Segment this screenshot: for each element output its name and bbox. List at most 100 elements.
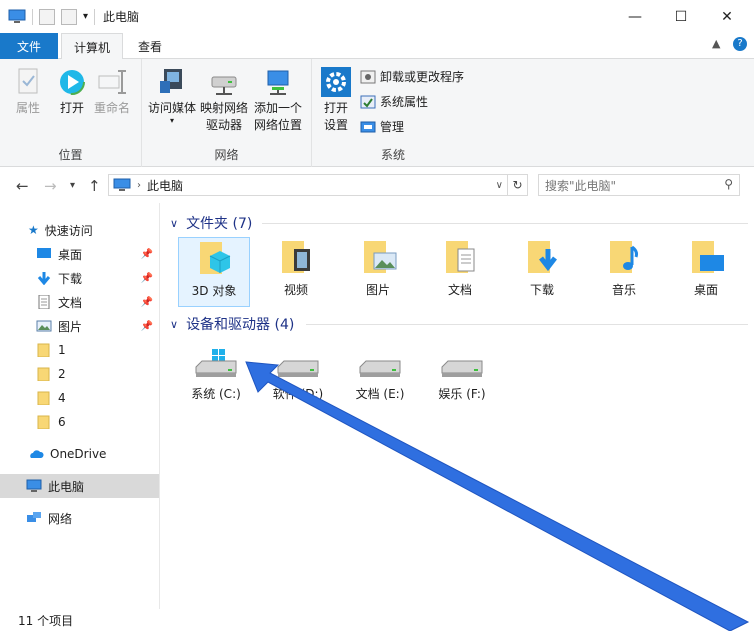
network-drive-icon xyxy=(211,76,237,95)
properties-button[interactable]: 属性 xyxy=(12,67,44,117)
access-media-button[interactable]: 访问媒体 ▾ xyxy=(148,67,196,125)
properties-icon xyxy=(18,68,38,94)
folder-documents[interactable]: 文档 xyxy=(424,237,496,307)
cloud-icon xyxy=(30,450,44,458)
sidebar-item-label: 1 xyxy=(58,343,66,357)
address-bar[interactable]: › 此电脑 ∨ xyxy=(108,174,508,196)
help-icon[interactable]: ? xyxy=(733,37,747,51)
manage-button[interactable]: 管理 xyxy=(360,118,404,135)
map-drive-label-2: 驱动器 xyxy=(206,118,243,132)
folders-section-header[interactable]: ∨ 文件夹 (7) xyxy=(170,213,252,233)
drive-f[interactable]: 娱乐 (F:) xyxy=(420,349,504,402)
add-network-location-button[interactable]: 添加一个 网络位置 xyxy=(254,67,302,134)
videos-folder-icon xyxy=(282,241,310,273)
back-arrow-icon[interactable]: ← xyxy=(16,177,29,195)
drive-e[interactable]: 文档 (E:) xyxy=(338,349,422,402)
sidebar-item-documents[interactable]: 文档 📌 xyxy=(0,290,159,314)
folders-header-label: 文件夹 (7) xyxy=(186,216,253,232)
drives-section-header[interactable]: ∨ 设备和驱动器 (4) xyxy=(170,314,294,334)
folder-downloads[interactable]: 下载 xyxy=(506,237,578,307)
collapse-ribbon-icon[interactable]: ▲ xyxy=(712,37,720,50)
tab-file[interactable]: 文件 xyxy=(0,33,58,59)
drive-label: 系统 (C:) xyxy=(191,387,241,401)
search-placeholder: 搜索"此电脑" xyxy=(545,178,617,193)
search-input[interactable]: 搜索"此电脑" ⚲ xyxy=(538,174,740,196)
sidebar-item-pictures[interactable]: 图片 📌 xyxy=(0,314,159,338)
maximize-button[interactable]: ☐ xyxy=(658,0,704,33)
folder-icon xyxy=(37,367,50,381)
file-view: ∨ 文件夹 (7) 3D 对象 视频 图片 文档 下载 音乐 桌面 ∨ 设备和驱… xyxy=(162,203,754,609)
folder-label: 音乐 xyxy=(611,283,636,297)
access-media-label: 访问媒体 xyxy=(148,101,197,115)
forward-arrow-icon[interactable]: → xyxy=(44,177,57,195)
group-location: 属性 打开 重命名 位置 xyxy=(0,59,142,167)
computer-icon xyxy=(113,178,131,191)
customize-qat-icon[interactable]: ▾ xyxy=(83,11,88,22)
tab-computer[interactable]: 计算机 xyxy=(61,33,123,60)
status-bar: 11 个项目 xyxy=(0,609,754,631)
pin-icon: 📌 xyxy=(140,296,153,308)
title-bar: ▾ 此电脑 — ☐ ✕ xyxy=(0,0,754,33)
star-icon: ★ xyxy=(28,223,39,237)
sidebar-item-folder-2[interactable]: 2 xyxy=(0,362,159,386)
drive-icon xyxy=(441,360,483,377)
properties-quick-icon[interactable] xyxy=(39,8,55,25)
gear-icon xyxy=(321,67,351,97)
up-arrow-icon[interactable]: ↑ xyxy=(88,177,101,195)
sidebar-item-desktop[interactable]: 桌面 📌 xyxy=(0,242,159,266)
sidebar-item-folder-6[interactable]: 6 xyxy=(0,410,159,434)
drive-d[interactable]: 软件 (D:) xyxy=(256,349,340,402)
divider xyxy=(32,8,33,25)
refresh-button[interactable]: ↻ xyxy=(508,174,528,196)
folder-pictures[interactable]: 图片 xyxy=(342,237,414,307)
item-count: 11 个项目 xyxy=(18,613,74,628)
sidebar-item-onedrive[interactable]: OneDrive xyxy=(0,442,159,466)
folder-videos[interactable]: 视频 xyxy=(260,237,332,307)
divider xyxy=(94,8,96,25)
sidebar-item-network[interactable]: 网络 xyxy=(0,506,159,530)
group-network-label: 网络 xyxy=(214,148,239,162)
minimize-button[interactable]: — xyxy=(612,0,658,33)
divider xyxy=(306,324,748,325)
open-button[interactable]: 打开 xyxy=(56,67,88,117)
folder-3d-objects[interactable]: 3D 对象 xyxy=(178,237,250,307)
pin-icon: 📌 xyxy=(140,272,153,284)
desktop-folder-icon xyxy=(692,241,724,273)
drive-c[interactable]: 系统 (C:) xyxy=(174,349,258,402)
chevron-down-icon[interactable]: ∨ xyxy=(170,318,178,331)
folder-label: 3D 对象 xyxy=(191,284,237,298)
sidebar-item-this-pc[interactable]: 此电脑 xyxy=(0,474,159,498)
pictures-folder-icon xyxy=(364,241,397,273)
sidebar-item-folder-4[interactable]: 4 xyxy=(0,386,159,410)
sidebar-item-quick-access[interactable]: ★ 快速访问 xyxy=(0,218,159,242)
breadcrumb-chevron-icon[interactable]: › xyxy=(137,180,141,191)
sidebar-item-folder-1[interactable]: 1 xyxy=(0,338,159,362)
close-button[interactable]: ✕ xyxy=(704,0,750,33)
uninstall-programs-button[interactable]: 卸载或更改程序 xyxy=(360,68,464,85)
system-drive-icon xyxy=(195,349,237,377)
media-icon xyxy=(160,69,182,93)
address-dropdown-icon[interactable]: ∨ xyxy=(496,180,503,191)
open-settings-button[interactable]: 打开 设置 xyxy=(320,67,352,134)
breadcrumb[interactable]: 此电脑 xyxy=(147,177,183,194)
tab-view[interactable]: 查看 xyxy=(128,33,172,59)
new-folder-quick-icon[interactable] xyxy=(61,8,77,25)
folder-desktop[interactable]: 桌面 xyxy=(670,237,742,307)
folder-label: 下载 xyxy=(529,283,554,297)
folder-icon xyxy=(37,343,50,357)
rename-button[interactable]: 重命名 xyxy=(94,67,130,117)
sidebar-item-downloads[interactable]: 下载 📌 xyxy=(0,266,159,290)
add-location-label-1: 添加一个 xyxy=(254,101,303,115)
sidebar-item-label: 快速访问 xyxy=(44,223,93,238)
folder-icon xyxy=(37,391,50,405)
drive-label: 软件 (D:) xyxy=(272,387,324,401)
manage-icon xyxy=(360,121,376,132)
recent-locations-icon[interactable]: ▾ xyxy=(70,180,75,191)
system-properties-button[interactable]: 系统属性 xyxy=(360,93,428,110)
ribbon-tabs: 文件 计算机 查看 ▲ ? xyxy=(0,33,754,60)
folder-music[interactable]: 音乐 xyxy=(588,237,660,307)
3d-objects-folder-icon xyxy=(200,242,231,274)
computer-icon xyxy=(26,479,42,492)
chevron-down-icon[interactable]: ∨ xyxy=(170,217,178,230)
map-drive-button[interactable]: 映射网络 驱动器 xyxy=(200,67,248,134)
